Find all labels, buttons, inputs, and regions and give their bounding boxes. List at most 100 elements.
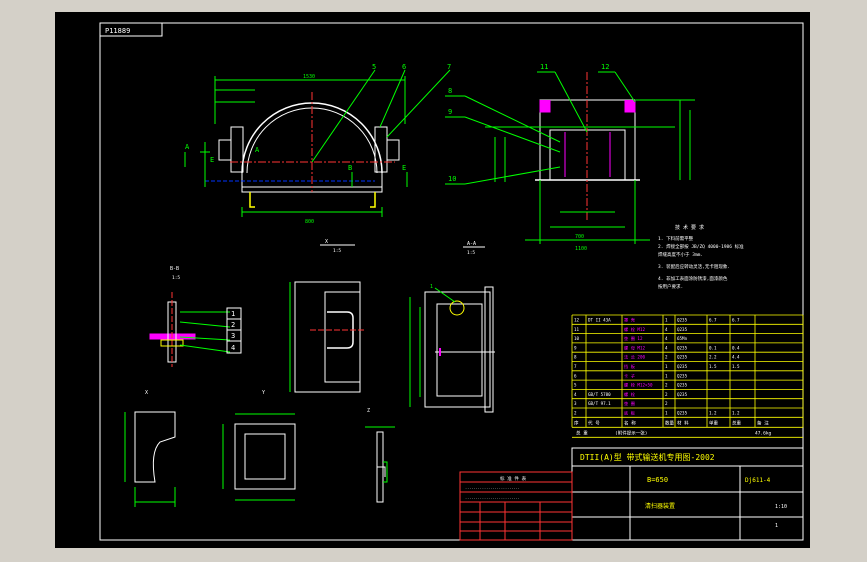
bom-cell: Q235 <box>677 345 688 350</box>
bom-cell: Q235 <box>677 318 688 323</box>
bom-cell: 7 <box>574 364 577 369</box>
label-view-a-left: A <box>185 143 190 151</box>
tech-note-1: 1. 下料前需平整 <box>658 235 694 242</box>
label-detail-z: Z <box>367 408 370 414</box>
bom-cell: 65Mn <box>677 336 688 341</box>
bom-cell: 2 <box>665 355 668 360</box>
label-view-e-left: E <box>210 156 214 164</box>
bom-cell: 1.2 <box>709 411 717 416</box>
balloon-8: 8 <box>448 87 452 95</box>
tech-notes-title: 技 术 要 求 <box>675 224 704 231</box>
bom-cell: 11 <box>574 327 580 332</box>
bom-cell: 挡 板 <box>624 363 636 370</box>
bom-cell: 1 <box>665 411 668 416</box>
callout-2: 2 <box>231 321 235 329</box>
section-bb-view: 1 2 3 4 <box>149 292 242 367</box>
drawing-viewport[interactable]: P11889 1530 800 A A B E E 5 6 7 8 9 10 1… <box>55 12 810 548</box>
bom-cell: Q235 <box>677 327 688 332</box>
label-detail-y: Y <box>262 390 265 396</box>
balloon-6: 6 <box>402 63 406 71</box>
bom-cell: 2.2 <box>709 355 717 360</box>
title-sheet: 1 <box>775 523 778 529</box>
label-scale-1: 1:5 <box>333 248 341 254</box>
bom-cell: 3 <box>574 401 577 406</box>
label-view-b: B <box>348 164 352 172</box>
bom-cell: 5 <box>574 383 577 388</box>
bom-cell: Q235 <box>677 364 688 369</box>
left-bracket <box>230 126 244 173</box>
bom-cell: 螺 母 M12 <box>624 344 645 351</box>
detail-z <box>365 426 395 503</box>
bom-table: 12 DT II 43A 罩 壳 1 Q235 6.7 6.711 螺 栓 M12 4 Q2351… <box>571 314 804 438</box>
title-scale: 1:10 <box>775 504 787 510</box>
bom-cell: 4 <box>574 392 577 397</box>
bom-cell: 2 <box>574 411 577 416</box>
dim-main-width: 1530 <box>303 74 315 80</box>
balloon-10: 10 <box>448 175 456 183</box>
bom-cell: Q235 <box>677 373 688 378</box>
tech-note-6: 按用户要求. <box>658 283 683 290</box>
bom-cell: Q235 <box>677 392 688 397</box>
bom-cell: Q235 <box>677 355 688 360</box>
title-block: DTII(A)型 带式输送机专用图-2002 B=650 Dj611-4 清扫器… <box>571 447 804 541</box>
bom-cell: 2 <box>665 392 668 397</box>
callout-4: 4 <box>231 344 235 352</box>
front-view: 1530 800 A A B E E <box>184 69 451 225</box>
bom-header: 序 <box>574 419 579 426</box>
bom-cell: 螺 栓 M12 <box>624 326 645 333</box>
bom-header: 代 号 <box>588 419 600 426</box>
bom-cell: 1.5 <box>709 364 717 369</box>
title-drawing-number: Dj611-4 <box>745 477 771 484</box>
stamp-text: P11889 <box>105 27 130 35</box>
bom-cell: Q235 <box>677 383 688 388</box>
balloon-11: 11 <box>540 63 548 71</box>
bom-cell: 4 <box>665 345 668 350</box>
bracket-detail <box>289 281 365 393</box>
label-view-e: E <box>402 164 406 172</box>
balloon-5: 5 <box>372 63 376 71</box>
tech-note-2: 2. 焊接全部按 JB/ZQ 4000-1986 标准 <box>658 243 744 250</box>
bom-cell: 0.4 <box>732 345 740 350</box>
bom-cell: 1 <box>665 318 668 323</box>
balloon-9: 9 <box>448 108 452 116</box>
side-view: 700 1100 <box>464 71 695 252</box>
bom-cell: 6.7 <box>709 318 717 323</box>
bom-cell: 12 <box>574 318 580 323</box>
bom-cell: 罩 壳 <box>624 317 636 324</box>
bom-cell: 0.1 <box>709 345 717 350</box>
label-x-15: X <box>325 239 328 245</box>
bom-header: 总重 <box>732 419 741 426</box>
label-section-aa: A-A <box>467 241 476 247</box>
bom-cell: 8 <box>574 355 577 360</box>
bom-cell: 1 <box>665 364 668 369</box>
bom-cell: 9 <box>574 345 577 350</box>
dim-right-width: 1100 <box>575 246 587 252</box>
bom-cell: 2 <box>665 401 668 406</box>
svg-text:..........................: .......................... <box>465 496 520 500</box>
bom-cell: 2 <box>665 383 668 388</box>
bom-cell: 法 兰 200 <box>624 354 645 361</box>
bom-footer-weight: 47.6kg <box>755 430 772 436</box>
bom-cell: 6 <box>574 373 577 378</box>
dim-right-total: 700 <box>575 234 584 240</box>
section-aa-view: 1 <box>409 284 495 413</box>
tech-note-5: 4. 非加工表面涂防锈漆,面漆颜色 <box>658 275 728 282</box>
bom-cell: 4 <box>665 336 668 341</box>
bom-footer-mid: (附件提示一张) <box>615 429 647 436</box>
tech-notes: 技 术 要 求 1. 下料前需平整 2. 焊接全部按 JB/ZQ 4000-19… <box>658 224 744 290</box>
bom-cell: 1 <box>665 373 668 378</box>
bom-header: 名 称 <box>624 419 636 426</box>
svg-text:..........................: .......................... <box>465 486 520 490</box>
small-table-title: 标 准 件 表 <box>500 475 527 482</box>
balloon-7: 7 <box>447 63 451 71</box>
dim-inner-width: 800 <box>305 219 314 225</box>
bom-cell: GB/T 5780 <box>588 392 611 397</box>
bom-cell: 螺 栓 <box>624 391 636 398</box>
title-project: DTII(A)型 带式输送机专用图-2002 <box>580 452 715 462</box>
bom-cell: 10 <box>574 336 580 341</box>
detail-y <box>222 413 296 501</box>
tech-note-4: 3. 装配后应转动灵活,无卡阻现象. <box>658 263 730 270</box>
small-table: 标 准 件 表 .......................... .....… <box>459 471 573 541</box>
bom-cell: 4 <box>665 327 668 332</box>
bom-cell: Q235 <box>677 411 688 416</box>
